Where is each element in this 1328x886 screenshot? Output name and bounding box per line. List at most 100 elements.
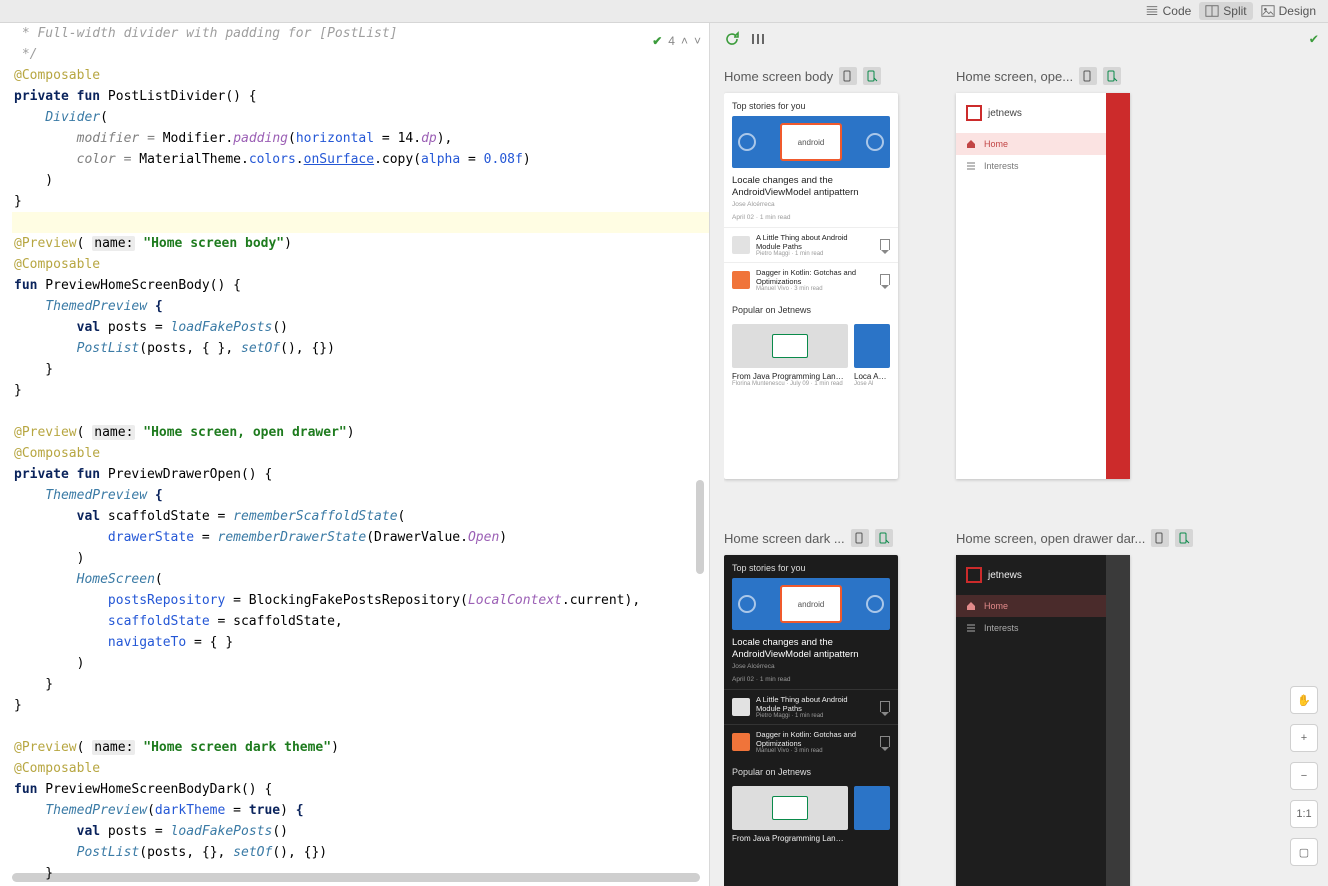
popular-card: From Java Programming Langua... Florina … (732, 324, 848, 387)
code-line[interactable]: Divider( (14, 107, 709, 128)
compose-preview-panel: ✔ Home screen body Top stories for you a… (709, 23, 1328, 886)
deploy-preview-icon[interactable] (1079, 67, 1097, 85)
preview-surface: Top stories for you android Locale chang… (724, 93, 898, 479)
preview-surface: Top stories for you android Locale chang… (724, 555, 898, 886)
hero-meta: April 02 · 1 min read (724, 214, 898, 227)
home-icon (966, 139, 976, 149)
drawer-panel: jetnews Home Interests (956, 555, 1106, 886)
popular-card (854, 786, 890, 843)
preview-zoom-tools: ✋ + − 1:1 ▢ (1290, 686, 1318, 866)
deploy-preview-icon[interactable] (839, 67, 857, 85)
drawer-panel: jetnews Home Interests (956, 93, 1106, 479)
code-line[interactable]: @Composable (14, 443, 709, 464)
code-line[interactable]: scaffoldState = scaffoldState, (14, 611, 709, 632)
popular-card: Loca Andr Jose Al (854, 324, 890, 387)
code-line[interactable]: postsRepository = BlockingFakePostsRepos… (14, 590, 709, 611)
section-label: Top stories for you (724, 93, 898, 116)
code-line[interactable]: PostList(posts, {}, setOf(), {}) (14, 842, 709, 863)
code-line[interactable]: ThemedPreview { (14, 485, 709, 506)
code-line[interactable]: color = MaterialTheme.colors.onSurface.c… (14, 149, 709, 170)
code-line[interactable]: modifier = Modifier.padding(horizontal =… (14, 128, 709, 149)
preview-title: Home screen, open drawer dar... (956, 531, 1145, 546)
editor-view-tabs: Code Split Design (0, 0, 1328, 23)
split-icon (1205, 4, 1219, 18)
bookmark-icon (880, 274, 890, 285)
deploy-preview-icon[interactable] (1151, 529, 1169, 547)
interactive-preview-icon[interactable] (863, 67, 881, 85)
interactive-preview-icon[interactable] (1175, 529, 1193, 547)
code-line[interactable]: val posts = loadFakePosts() (14, 821, 709, 842)
zoom-out-button[interactable]: − (1290, 762, 1318, 790)
code-line[interactable]: navigateTo = { } (14, 632, 709, 653)
code-line[interactable]: } (14, 380, 709, 401)
list-icon (966, 623, 976, 633)
code-line[interactable]: private fun PreviewDrawerOpen() { (14, 464, 709, 485)
preview-surface: jetnews Home Interests (956, 555, 1130, 886)
code-line[interactable]: @Composable (14, 758, 709, 779)
code-line[interactable]: val scaffoldState = rememberScaffoldStat… (14, 506, 709, 527)
build-success-icon: ✔ (1310, 31, 1318, 47)
code-line[interactable]: @Composable (14, 65, 709, 86)
view-design-label: Design (1279, 4, 1316, 18)
zoom-in-button[interactable]: + (1290, 724, 1318, 752)
list-item: A Little Thing about Android Module Path… (724, 689, 898, 724)
code-line[interactable]: fun PreviewHomeScreenBodyDark() { (14, 779, 709, 800)
pan-button[interactable]: ✋ (1290, 686, 1318, 714)
code-line[interactable]: drawerState = rememberDrawerState(Drawer… (14, 527, 709, 548)
code-line[interactable]: * Full-width divider with padding for [P… (14, 23, 709, 44)
code-line[interactable]: ) (14, 653, 709, 674)
drawer-item-home: Home (956, 133, 1106, 155)
code-line[interactable]: ThemedPreview { (14, 296, 709, 317)
bookmark-icon (880, 239, 890, 250)
home-icon (966, 601, 976, 611)
hero-image: android (732, 116, 890, 168)
hero-title: Locale changes and the AndroidViewModel … (724, 168, 898, 201)
interactive-preview-icon[interactable] (1103, 67, 1121, 85)
code-line[interactable]: PostList(posts, { }, setOf(), {}) (14, 338, 709, 359)
thumbnail (732, 271, 750, 289)
code-line[interactable]: @Composable (14, 254, 709, 275)
view-design-button[interactable]: Design (1255, 2, 1322, 20)
drawer-item-interests: Interests (956, 155, 1106, 177)
code-editor[interactable]: ✔ 4 ˄ ˅ * Full-width divider with paddin… (12, 23, 709, 886)
settings-icon[interactable] (750, 31, 766, 47)
code-line[interactable]: } (14, 674, 709, 695)
interactive-preview-icon[interactable] (875, 529, 893, 547)
code-line[interactable]: } (14, 695, 709, 716)
zoom-reset-button[interactable]: 1:1 (1290, 800, 1318, 828)
code-line[interactable] (14, 401, 709, 422)
code-line[interactable] (14, 212, 709, 233)
section-label: Popular on Jetnews (724, 297, 898, 320)
app-logo: jetnews (956, 555, 1106, 595)
code-line[interactable]: ) (14, 548, 709, 569)
editor-gutter (0, 23, 12, 886)
drawer-scrim (1106, 93, 1130, 479)
lines-icon (1145, 4, 1159, 18)
code-line[interactable]: @Preview( name: "Home screen body") (14, 233, 709, 254)
code-line[interactable]: @Preview( name: "Home screen, open drawe… (14, 422, 709, 443)
view-split-button[interactable]: Split (1199, 2, 1252, 20)
code-line[interactable]: } (14, 191, 709, 212)
code-line[interactable]: ThemedPreview(darkTheme = true) { (14, 800, 709, 821)
code-line[interactable]: ) (14, 170, 709, 191)
hero-image: android (732, 578, 890, 630)
code-line[interactable]: @Preview( name: "Home screen dark theme"… (14, 737, 709, 758)
list-item: Dagger in Kotlin: Gotchas and Optimizati… (724, 724, 898, 759)
preview-canvas[interactable]: Home screen body Top stories for you and… (724, 67, 1314, 886)
preview-item-home-body-dark: Home screen dark ... Top stories for you… (724, 529, 898, 886)
drawer-item-interests: Interests (956, 617, 1106, 639)
code-line[interactable]: } (14, 863, 709, 884)
hero-author: Jose Alcérreca (724, 201, 898, 214)
deploy-preview-icon[interactable] (851, 529, 869, 547)
view-code-button[interactable]: Code (1139, 2, 1198, 20)
code-line[interactable]: } (14, 359, 709, 380)
code-line[interactable]: */ (14, 44, 709, 65)
drawer-item-home: Home (956, 595, 1106, 617)
code-line[interactable]: fun PreviewHomeScreenBody() { (14, 275, 709, 296)
code-line[interactable]: HomeScreen( (14, 569, 709, 590)
code-line[interactable] (14, 716, 709, 737)
code-line[interactable]: val posts = loadFakePosts() (14, 317, 709, 338)
code-line[interactable]: private fun PostListDivider() { (14, 86, 709, 107)
zoom-fit-button[interactable]: ▢ (1290, 838, 1318, 866)
refresh-icon[interactable] (724, 31, 740, 47)
